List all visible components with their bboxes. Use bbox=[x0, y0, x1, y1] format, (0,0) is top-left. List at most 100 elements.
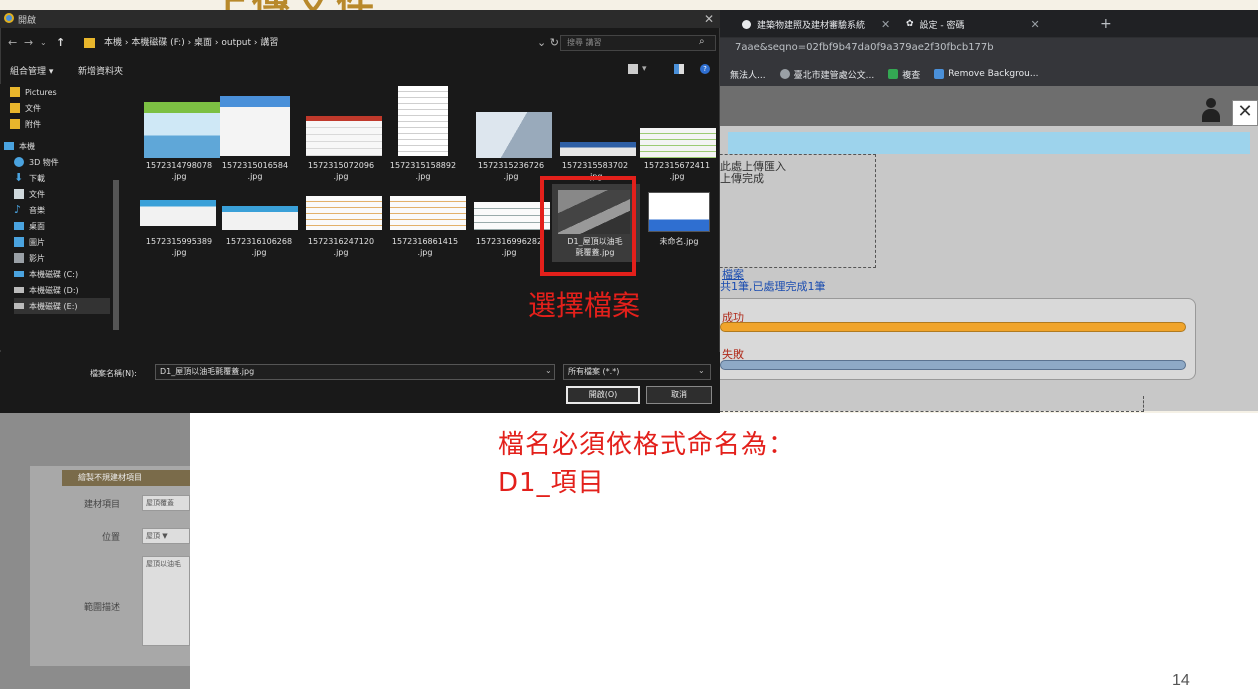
cancel-button[interactable]: 取消 bbox=[646, 386, 712, 404]
modal-close-button[interactable]: ✕ bbox=[1232, 100, 1258, 126]
bookmark-item[interactable]: 臺北市建管處公文... bbox=[779, 68, 875, 81]
nav-label: 本機磁碟 (D:) bbox=[29, 285, 79, 295]
file-name[interactable]: 未命名.jpg bbox=[636, 236, 722, 247]
nav-item-pictures[interactable]: Pictures bbox=[10, 84, 57, 100]
file-thumbnail[interactable] bbox=[476, 112, 552, 158]
bookmark-label: 臺北市建管處公文... bbox=[793, 70, 875, 81]
back-arrow-icon[interactable]: ← bbox=[8, 36, 17, 49]
nav-item-pictures-lib[interactable]: 圖片 bbox=[14, 234, 45, 250]
file-thumbnail[interactable] bbox=[140, 200, 216, 226]
nav-label: Pictures bbox=[25, 87, 57, 97]
nav-item-documents-folder[interactable]: 文件 bbox=[10, 100, 41, 116]
file-thumbnail[interactable] bbox=[306, 116, 382, 156]
folder-icon bbox=[84, 38, 95, 48]
nav-item-this-pc[interactable]: 本機 bbox=[4, 138, 35, 154]
new-folder-button[interactable]: 新增資料夾 bbox=[78, 64, 123, 77]
nav-item-drive-f[interactable]: 本機磁碟 (E:) bbox=[14, 298, 110, 314]
nav-label: 影片 bbox=[29, 253, 45, 263]
dialog-titlebar bbox=[0, 10, 720, 28]
file-thumbnail[interactable] bbox=[560, 142, 636, 156]
tab-label: 設定 - 密碼 bbox=[919, 20, 965, 31]
close-tab-icon[interactable]: ✕ bbox=[1031, 18, 1040, 31]
folder-icon bbox=[10, 103, 20, 113]
view-options-icon[interactable] bbox=[628, 64, 638, 74]
filename-input[interactable]: D1_屋頂以油毛氈覆蓋.jpg bbox=[155, 364, 555, 380]
chevron-down-icon[interactable]: ⌄ bbox=[545, 366, 552, 375]
nav-item-music[interactable]: ♪ 音樂 bbox=[14, 202, 45, 218]
file-thumbnail[interactable] bbox=[220, 96, 290, 156]
dialog-close-button[interactable]: ✕ bbox=[704, 12, 714, 26]
forward-arrow-icon[interactable]: → bbox=[24, 36, 33, 49]
nav-label: 音樂 bbox=[29, 205, 45, 215]
videos-icon bbox=[14, 253, 24, 263]
close-tab-icon[interactable]: ✕ bbox=[881, 18, 890, 31]
search-input[interactable]: 搜尋 講習 bbox=[560, 35, 716, 51]
file-thumbnail[interactable] bbox=[474, 202, 550, 230]
file-thumbnail[interactable] bbox=[144, 102, 220, 158]
description-textarea[interactable]: 屋頂以油毛 bbox=[142, 556, 190, 646]
music-icon: ♪ bbox=[14, 203, 22, 216]
refresh-icon[interactable]: ⌄ ↻ bbox=[537, 36, 559, 49]
organize-menu[interactable]: 組合管理 ▾ bbox=[10, 64, 53, 77]
bookmark-label: 無法人... bbox=[730, 70, 766, 81]
new-tab-button[interactable]: + bbox=[1090, 10, 1122, 38]
help-icon[interactable]: ? bbox=[700, 64, 710, 74]
chevron-down-icon[interactable]: ⌄ bbox=[40, 38, 47, 47]
nav-label: 圖片 bbox=[29, 237, 45, 247]
nav-scrollbar-thumb[interactable] bbox=[113, 180, 119, 330]
nav-label: 下載 bbox=[29, 173, 45, 183]
nav-label: 本機磁碟 (C:) bbox=[29, 269, 79, 279]
file-name[interactable]: 1572314798078 .jpg bbox=[136, 160, 222, 182]
nav-item-3d-objects[interactable]: 3D 物件 bbox=[14, 154, 59, 170]
file-name[interactable]: 1572315072096 .jpg bbox=[298, 160, 384, 182]
bookmark-item[interactable]: 複查 bbox=[888, 68, 920, 81]
nav-item-desktop[interactable]: 桌面 bbox=[14, 218, 45, 234]
file-name[interactable]: 1572316247120 .jpg bbox=[298, 236, 384, 258]
address-text[interactable]: 7aae&seqno=02fbf9b47da0f9a379ae2f30fbcb1… bbox=[735, 42, 994, 53]
open-button[interactable]: 開啟(O) bbox=[566, 386, 640, 404]
material-input[interactable]: 屋頂覆蓋 bbox=[142, 495, 190, 511]
desktop-icon bbox=[14, 222, 24, 230]
folder-icon bbox=[10, 119, 20, 129]
file-thumbnail[interactable] bbox=[390, 196, 466, 230]
browser-tab-settings[interactable]: ✿ 設定 - 密碼 ✕ bbox=[896, 10, 1050, 38]
file-thumbnail[interactable] bbox=[398, 86, 448, 156]
nav-label: 本機 bbox=[19, 141, 35, 151]
file-thumbnail[interactable] bbox=[648, 192, 710, 232]
drive-icon bbox=[14, 287, 24, 293]
file-name[interactable]: 1572315016584 .jpg bbox=[212, 160, 298, 182]
modal-header bbox=[720, 86, 1258, 126]
file-thumbnail[interactable] bbox=[306, 196, 382, 230]
file-thumbnail[interactable] bbox=[222, 206, 298, 230]
chevron-down-icon[interactable]: ⌄ bbox=[698, 366, 705, 375]
processed-count: 共1筆,已處理完成1筆 bbox=[720, 280, 826, 293]
nav-item-documents[interactable]: 文件 bbox=[14, 186, 45, 202]
nav-item-attachments[interactable]: 附件 bbox=[10, 116, 41, 132]
bookmark-item[interactable]: Remove Backgrou... bbox=[934, 69, 1038, 79]
page-number: 14 bbox=[1172, 672, 1190, 689]
nav-item-videos[interactable]: 影片 bbox=[14, 250, 45, 266]
bookmark-label: Remove Backgrou... bbox=[948, 69, 1039, 79]
filetype-select[interactable]: 所有檔案 (*.*) bbox=[563, 364, 711, 380]
tab-label: 建築物建照及建材審驗系統 bbox=[757, 20, 866, 31]
file-name[interactable]: 1572316861415 .jpg bbox=[382, 236, 468, 258]
file-name[interactable]: 1572315995389 .jpg bbox=[136, 236, 222, 258]
nav-item-downloads[interactable]: ⬇ 下載 bbox=[14, 170, 45, 186]
breadcrumb[interactable]: 本機 › 本機磁碟 (F:) › 桌面 › output › 講習 bbox=[80, 35, 550, 51]
nav-item-drive-c[interactable]: 本機磁碟 (C:) bbox=[14, 266, 78, 282]
nav-item-drive-d[interactable]: 本機磁碟 (D:) bbox=[14, 282, 79, 298]
file-name[interactable]: 1572315158892 .jpg bbox=[380, 160, 466, 182]
location-select[interactable]: 屋頂 ▼ bbox=[142, 528, 190, 544]
nav-label: 3D 物件 bbox=[29, 157, 59, 167]
globe-icon bbox=[779, 69, 790, 79]
3d-objects-icon bbox=[14, 157, 24, 167]
file-name[interactable]: 1572316106268 .jpg bbox=[216, 236, 302, 258]
file-thumbnail[interactable] bbox=[640, 128, 716, 158]
chevron-down-icon[interactable]: ▾ bbox=[642, 64, 647, 74]
up-arrow-icon[interactable]: ↑ bbox=[56, 36, 65, 49]
preview-pane-icon[interactable] bbox=[674, 64, 684, 74]
bookmark-icon bbox=[888, 69, 899, 79]
browser-tab[interactable]: 建築物建照及建材審驗系統 ✕ bbox=[732, 10, 900, 38]
bookmark-item[interactable]: 無法人... bbox=[730, 68, 766, 81]
file-name[interactable]: 1572315672411 .jpg bbox=[634, 160, 720, 182]
